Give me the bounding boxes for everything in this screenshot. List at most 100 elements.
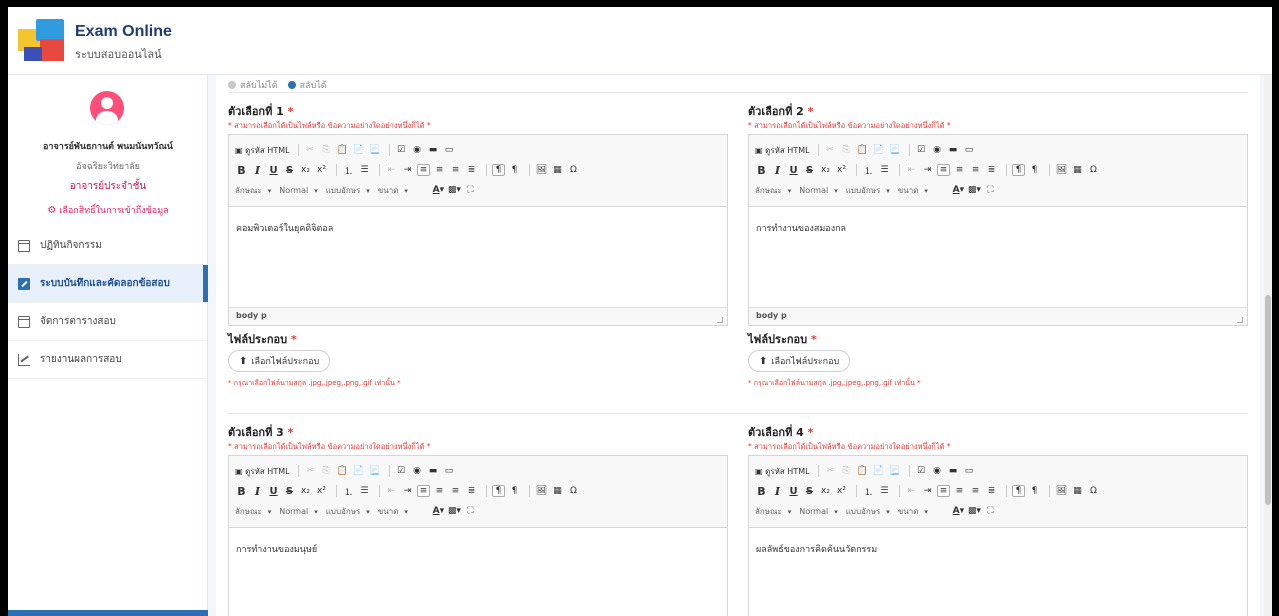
strike-button[interactable]: S	[283, 165, 296, 176]
source-html-button[interactable]: ▣ ดูรหัส HTML	[235, 465, 290, 478]
paste-icon[interactable]: 📋	[336, 466, 349, 476]
paste-word-icon[interactable]: 📃	[368, 466, 381, 476]
image-icon[interactable]: 🖼	[535, 165, 548, 175]
bold-button[interactable]: B	[235, 485, 248, 498]
paste-icon[interactable]: 📋	[856, 145, 869, 155]
italic-button[interactable]: I	[771, 164, 784, 177]
font-select[interactable]: แบบอักษร ▾	[326, 184, 370, 197]
paste-icon[interactable]: 📋	[856, 466, 869, 476]
indent-icon[interactable]: ⇥	[921, 165, 934, 175]
outdent-icon[interactable]: ⇤	[385, 165, 398, 175]
sidebar-item-exam-report[interactable]: รายงานผลการสอบ	[8, 341, 208, 379]
outdent-icon[interactable]: ⇤	[385, 486, 398, 496]
align-justify-icon[interactable]: ≣	[465, 486, 478, 496]
format-select[interactable]: Normal ▾	[279, 186, 317, 195]
style-select[interactable]: ลักษณะ ▾	[235, 505, 271, 518]
copy-icon[interactable]: ⎘	[320, 466, 333, 476]
superscript-button[interactable]: x²	[315, 486, 328, 496]
sidebar-item-calendar[interactable]: ปฏิทินกิจกรรม	[8, 227, 208, 265]
rtl-icon[interactable]: ¶	[1028, 486, 1041, 496]
align-center-icon[interactable]: ≡	[433, 165, 446, 175]
outdent-icon[interactable]: ⇤	[905, 165, 918, 175]
editor-content[interactable]: การทำงานของสมองกล	[749, 207, 1247, 307]
align-justify-icon[interactable]: ≣	[985, 486, 998, 496]
radio-icon[interactable]: ◉	[931, 145, 944, 155]
ltr-icon[interactable]: ¶	[1012, 164, 1025, 176]
format-select[interactable]: Normal ▾	[799, 507, 837, 516]
font-select[interactable]: แบบอักษร ▾	[846, 184, 890, 197]
bold-button[interactable]: B	[235, 164, 248, 177]
paste-text-icon[interactable]: 📄	[872, 145, 885, 155]
source-html-button[interactable]: ▣ ดูรหัส HTML	[755, 144, 810, 157]
align-right-icon[interactable]: ≡	[449, 165, 462, 175]
copy-icon[interactable]: ⎘	[840, 145, 853, 155]
indent-icon[interactable]: ⇥	[921, 486, 934, 496]
bg-color-icon[interactable]: ▩▾	[448, 185, 461, 195]
special-char-icon[interactable]: Ω	[567, 165, 580, 175]
maximize-icon[interactable]: ⛶	[984, 506, 997, 516]
text-color-icon[interactable]: A▾	[952, 185, 965, 195]
checkbox-icon[interactable]: ☑	[395, 145, 408, 155]
paste-text-icon[interactable]: 📄	[352, 145, 365, 155]
table-icon[interactable]: ▦	[1071, 486, 1084, 496]
shuffle-off-radio[interactable]	[228, 81, 236, 89]
align-right-icon[interactable]: ≡	[449, 486, 462, 496]
bg-color-icon[interactable]: ▩▾	[448, 506, 461, 516]
rtl-icon[interactable]: ¶	[508, 165, 521, 175]
text-color-icon[interactable]: A▾	[432, 185, 445, 195]
align-center-icon[interactable]: ≡	[953, 165, 966, 175]
special-char-icon[interactable]: Ω	[1087, 486, 1100, 496]
maximize-icon[interactable]: ⛶	[464, 185, 477, 195]
app-logo[interactable]	[16, 17, 70, 63]
underline-button[interactable]: U	[267, 165, 280, 176]
font-select[interactable]: แบบอักษร ▾	[326, 505, 370, 518]
numbered-list-icon[interactable]: ⒈	[862, 164, 875, 177]
superscript-button[interactable]: x²	[315, 165, 328, 175]
radio-icon[interactable]: ◉	[411, 145, 424, 155]
indent-icon[interactable]: ⇥	[401, 486, 414, 496]
outdent-icon[interactable]: ⇤	[905, 486, 918, 496]
resize-grip[interactable]	[717, 317, 723, 323]
image-icon[interactable]: 🖼	[535, 486, 548, 496]
table-icon[interactable]: ▦	[551, 165, 564, 175]
size-select[interactable]: ขนาด ▾	[378, 184, 408, 197]
rtl-icon[interactable]: ¶	[1028, 165, 1041, 175]
rtl-icon[interactable]: ¶	[508, 486, 521, 496]
textfield-icon[interactable]: ▬	[947, 145, 960, 155]
text-color-icon[interactable]: A▾	[952, 506, 965, 516]
cut-icon[interactable]: ✂	[824, 145, 837, 155]
text-color-icon[interactable]: A▾	[432, 506, 445, 516]
image-icon[interactable]: 🖼	[1055, 486, 1068, 496]
strike-button[interactable]: S	[803, 165, 816, 176]
italic-button[interactable]: I	[251, 164, 264, 177]
bg-color-icon[interactable]: ▩▾	[968, 185, 981, 195]
button-icon[interactable]: ▭	[443, 466, 456, 476]
font-select[interactable]: แบบอักษร ▾	[846, 505, 890, 518]
special-char-icon[interactable]: Ω	[567, 486, 580, 496]
checkbox-icon[interactable]: ☑	[915, 145, 928, 155]
align-right-icon[interactable]: ≡	[969, 165, 982, 175]
source-html-button[interactable]: ▣ ดูรหัส HTML	[755, 465, 810, 478]
style-select[interactable]: ลักษณะ ▾	[755, 184, 791, 197]
scrollbar-thumb[interactable]	[1265, 295, 1271, 505]
ltr-icon[interactable]: ¶	[492, 164, 505, 176]
paste-word-icon[interactable]: 📃	[888, 466, 901, 476]
button-icon[interactable]: ▭	[443, 145, 456, 155]
align-justify-icon[interactable]: ≣	[465, 165, 478, 175]
numbered-list-icon[interactable]: ⒈	[862, 485, 875, 498]
align-justify-icon[interactable]: ≣	[985, 165, 998, 175]
strike-button[interactable]: S	[803, 486, 816, 497]
paste-word-icon[interactable]: 📃	[888, 145, 901, 155]
source-html-button[interactable]: ▣ ดูรหัส HTML	[235, 144, 290, 157]
textfield-icon[interactable]: ▬	[427, 145, 440, 155]
cut-icon[interactable]: ✂	[824, 466, 837, 476]
copy-icon[interactable]: ⎘	[840, 466, 853, 476]
format-select[interactable]: Normal ▾	[799, 186, 837, 195]
align-left-icon[interactable]: ≡	[417, 164, 430, 176]
underline-button[interactable]: U	[787, 165, 800, 176]
style-select[interactable]: ลักษณะ ▾	[235, 184, 271, 197]
italic-button[interactable]: I	[251, 485, 264, 498]
editor-content[interactable]: การทำงานของมนุษย์	[229, 528, 727, 616]
table-icon[interactable]: ▦	[1071, 165, 1084, 175]
align-left-icon[interactable]: ≡	[937, 164, 950, 176]
